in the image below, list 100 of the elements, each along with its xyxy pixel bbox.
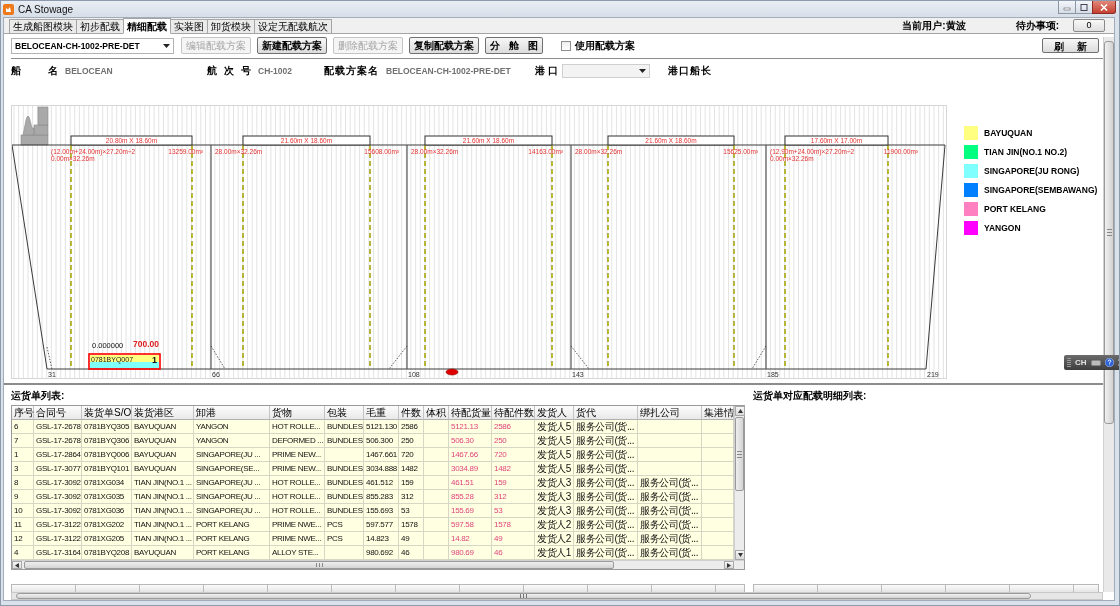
cargo-count-label: 1 xyxy=(152,355,157,365)
vertical-scrollbar[interactable] xyxy=(1103,37,1114,592)
table-cell: 服务公司(货... xyxy=(574,532,638,546)
scrollbar-thumb[interactable] xyxy=(16,593,1031,599)
scroll-up-button[interactable] xyxy=(735,406,745,416)
table-cell xyxy=(638,448,702,462)
table-cell: GSL-17-2678 xyxy=(34,434,82,448)
table-cell: 发货人3 xyxy=(535,490,574,504)
table-cell: 服务公司(货... xyxy=(638,504,702,518)
field-label: 船 名 xyxy=(11,63,58,78)
column-header[interactable]: 卸港 xyxy=(194,406,270,420)
table-cell: BUNDLES xyxy=(325,490,364,504)
table-cell: 1467.66 xyxy=(449,448,492,462)
table-cell: 发货人5 xyxy=(535,420,574,434)
toolbar-button[interactable]: 分 舱 图 xyxy=(485,37,543,54)
table-cell xyxy=(325,448,364,462)
caret-down-icon xyxy=(737,553,743,557)
table-cell xyxy=(424,462,449,476)
column-header[interactable]: 合同号 xyxy=(34,406,82,420)
vertical-scrollbar[interactable] xyxy=(734,406,744,560)
table-cell: BUNDLES xyxy=(325,476,364,490)
horizontal-scrollbar[interactable] xyxy=(12,560,744,569)
table-cell xyxy=(638,462,702,476)
column-header[interactable]: 集港情 xyxy=(702,406,734,420)
column-header[interactable]: 待配货量 xyxy=(449,406,492,420)
field-label: 航 次 号 xyxy=(207,63,251,78)
table-cell xyxy=(424,448,449,462)
horizontal-scrollbar[interactable] xyxy=(11,592,1103,600)
scroll-left-button[interactable] xyxy=(12,561,22,569)
tab[interactable]: 实装图 xyxy=(170,19,208,33)
close-button[interactable] xyxy=(1092,1,1116,14)
column-header[interactable]: 货物 xyxy=(270,406,325,420)
column-header[interactable]: 装货单S/O xyxy=(82,406,132,420)
cargo-block[interactable] xyxy=(88,353,161,370)
scroll-down-button[interactable] xyxy=(735,550,745,560)
table-cell: 159 xyxy=(492,476,535,490)
table-cell: 1467.661 xyxy=(364,448,399,462)
tab[interactable]: 设定无配载航次 xyxy=(254,19,332,33)
column-header[interactable]: 毛重 xyxy=(364,406,399,420)
column-header[interactable]: 装货港区 xyxy=(132,406,194,420)
plan-dropdown[interactable]: BELOCEAN-CH-1002-PRE-DET xyxy=(11,37,174,54)
dotted-corner-line xyxy=(46,346,53,370)
window-title: CA Stowage xyxy=(18,3,74,15)
table-cell xyxy=(424,518,449,532)
table-cell: 14.82 xyxy=(449,532,492,546)
table-cell: 0781XG205 xyxy=(82,532,132,546)
table-cell: 312 xyxy=(399,490,424,504)
table-cell: 2586 xyxy=(399,420,424,434)
scrollbar-thumb[interactable] xyxy=(735,417,744,491)
table-cell: PRIME NWE... xyxy=(270,532,325,546)
toolbar-button[interactable]: 复制配载方案 xyxy=(409,37,479,54)
tab[interactable]: 初步配载 xyxy=(76,19,124,33)
section-title: 运货单列表: xyxy=(11,389,66,402)
app-logo-icon xyxy=(3,3,14,15)
tab[interactable]: 精细配载 xyxy=(123,18,171,34)
column-header[interactable]: 序号 xyxy=(12,406,34,420)
table-cell: TIAN JIN(NO.1 ... xyxy=(132,504,194,518)
legend-label: SINGAPORE(SEMBAWANG) xyxy=(984,185,1098,195)
table-cell: GSL-17-3122 xyxy=(34,518,82,532)
table-cell: 0781BYQ101 xyxy=(82,462,132,476)
table-cell: 3034.89 xyxy=(449,462,492,476)
help-icon xyxy=(1104,358,1114,367)
grip-icon xyxy=(1067,358,1071,367)
table-cell: BAYUQUAN xyxy=(132,420,194,434)
table-cell: 6 xyxy=(12,420,34,434)
use-plan-checkbox[interactable] xyxy=(560,40,571,51)
table-cell: 53 xyxy=(492,504,535,518)
caret-right-icon xyxy=(727,562,731,568)
table-cell: 2586 xyxy=(492,420,535,434)
refresh-button[interactable]: 刷 新 xyxy=(1042,38,1099,53)
table-cell: 597.577 xyxy=(364,518,399,532)
column-header[interactable]: 发货人 xyxy=(535,406,574,420)
table-cell: 155.69 xyxy=(449,504,492,518)
table-cell: 服务公司(货... xyxy=(574,434,638,448)
table-cell: 14.823 xyxy=(364,532,399,546)
table-cell: SINGAPORE(JU ... xyxy=(194,448,270,462)
toolbar-button[interactable]: 新建配载方案 xyxy=(257,37,327,54)
column-header[interactable]: 包装 xyxy=(325,406,364,420)
column-header[interactable]: 件数 xyxy=(399,406,424,420)
column-header[interactable]: 货代 xyxy=(574,406,638,420)
table-cell: 855.283 xyxy=(364,490,399,504)
weight-label: 700.00 xyxy=(133,339,159,349)
todo-count-button[interactable]: 0 xyxy=(1073,19,1105,32)
column-header[interactable]: 绑扎公司 xyxy=(638,406,702,420)
table-cell: SINGAPORE(SE... xyxy=(194,462,270,476)
scroll-right-button[interactable] xyxy=(724,561,734,569)
tab[interactable]: 卸货模块 xyxy=(207,19,255,33)
todo-label: 待办事项: xyxy=(1015,18,1059,33)
maximize-button[interactable] xyxy=(1075,1,1093,14)
scrollbar-thumb[interactable] xyxy=(1104,41,1114,424)
table-cell: YANGON xyxy=(194,420,270,434)
table-cell: PORT KELANG xyxy=(194,518,270,532)
table-cell: TIAN JIN(NO.1 ... xyxy=(132,532,194,546)
column-header[interactable]: 待配件数 xyxy=(492,406,535,420)
tab[interactable]: 生成船图模块 xyxy=(9,19,77,33)
column-header[interactable]: 体积 xyxy=(424,406,449,420)
table-cell: 服务公司(货... xyxy=(574,448,638,462)
scrollbar-thumb[interactable] xyxy=(24,561,614,569)
table-cell: 服务公司(货... xyxy=(574,504,638,518)
table-cell: 461.51 xyxy=(449,476,492,490)
